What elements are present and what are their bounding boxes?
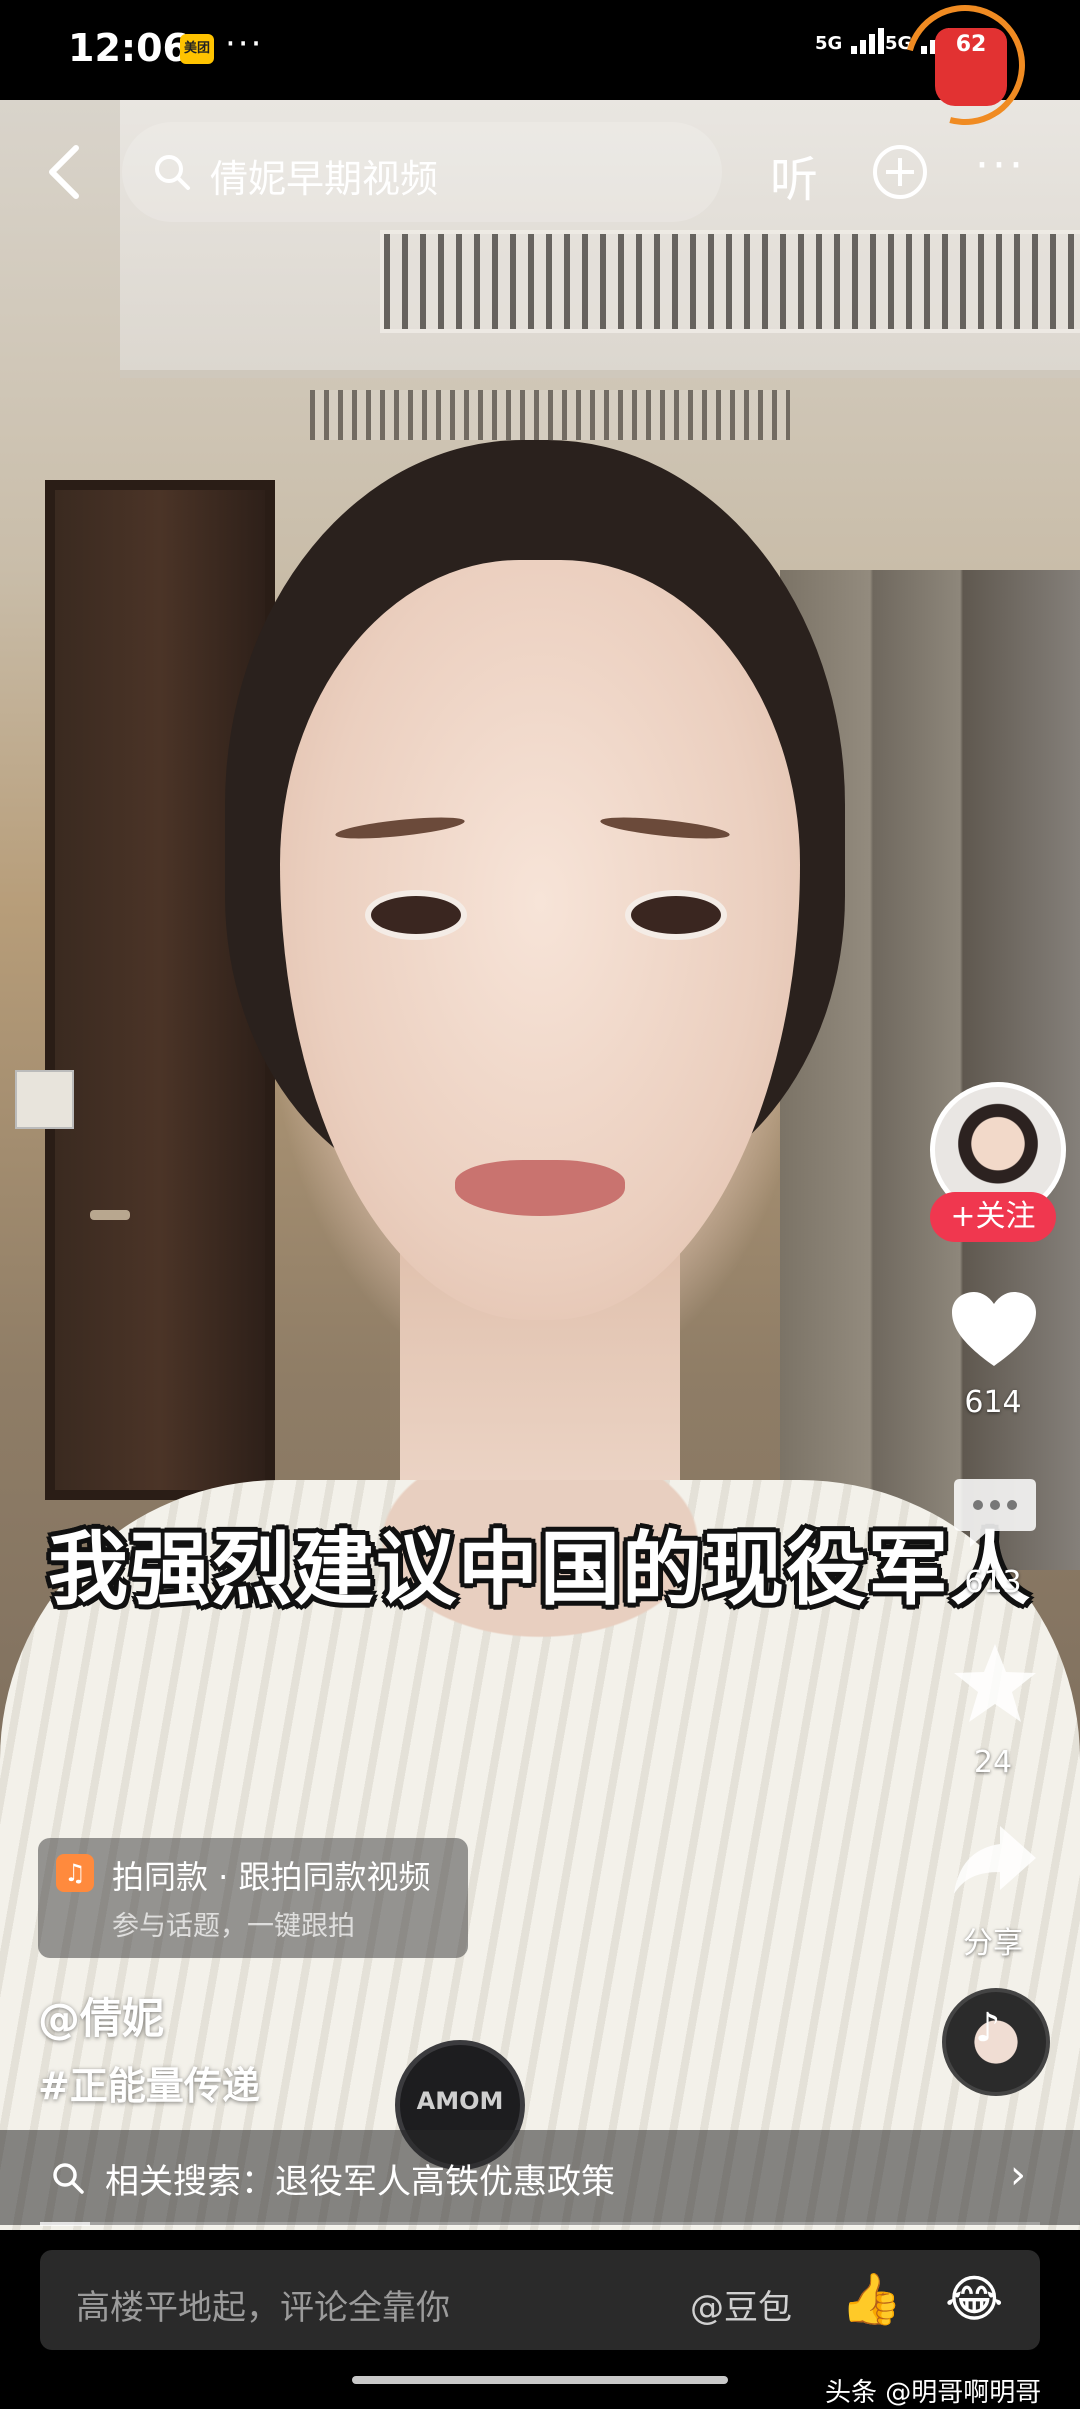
same-style-subtitle: 参与话题，一键跟拍 [112, 1911, 355, 1942]
more-options-button[interactable]: ··· [975, 140, 1026, 191]
laughing-emoji-icon[interactable]: 😂 [945, 2270, 1003, 2328]
related-search-bar[interactable]: 相关搜索：退役军人高铁优惠政策 › [0, 2130, 1080, 2225]
hashtag[interactable]: #正能量传递 [38, 2055, 260, 2110]
door-handle [90, 1210, 130, 1220]
ceiling-vent-2 [310, 390, 790, 440]
add-circle-icon[interactable] [870, 142, 930, 202]
listen-button[interactable]: 听 [770, 140, 818, 210]
related-search-text: 相关搜索：退役军人高铁优惠政策 [105, 2162, 615, 2202]
meituan-app-icon: 美团 [180, 34, 214, 64]
watermark: 头条 @明哥啊明哥 [825, 2378, 1042, 2408]
mic-label: AMOM [416, 2087, 504, 2115]
thumbs-up-icon[interactable]: 👍 [840, 2270, 902, 2329]
heart-icon[interactable] [950, 1290, 1038, 1370]
wall-switch [15, 1070, 74, 1129]
eye-right [625, 890, 727, 940]
comment-icon[interactable] [952, 1475, 1038, 1551]
comment-input[interactable]: 高楼平地起，评论全靠你 @豆包 👍 😂 [40, 2250, 1040, 2350]
home-indicator[interactable] [352, 2376, 728, 2384]
search-bar[interactable]: 倩妮早期视频 [122, 122, 722, 222]
share-label: 分享 [963, 1926, 1023, 1961]
video-progress-fill [40, 2222, 90, 2226]
mouth [455, 1160, 625, 1216]
search-icon [53, 2163, 84, 2194]
music-note-icon: ♪ [975, 2005, 1001, 2051]
favorite-count: 24 [973, 1745, 1013, 1780]
music-note-icon: ♫ [56, 1854, 94, 1892]
signal-5g-1-icon: 5G [815, 28, 887, 54]
status-bar: 12:06 美团 ··· 5G 5G 62 [0, 0, 1080, 147]
status-time: 12:06 [68, 26, 189, 70]
follow-button[interactable]: +关注 [930, 1192, 1056, 1242]
same-style-title: 拍同款 · 跟拍同款视频 [112, 1858, 431, 1896]
video-caption: 我强烈建议中国的现役军人 [48, 1523, 1032, 1616]
star-favorite-icon[interactable] [950, 1640, 1040, 1726]
like-count: 614 [964, 1385, 1022, 1420]
ceiling-vent [380, 230, 1080, 333]
comment-count: 613 [964, 1565, 1022, 1600]
search-query: 倩妮早期视频 [210, 157, 439, 201]
signal-label-1: 5G [815, 33, 843, 54]
battery-level: 62 [955, 32, 987, 57]
chevron-right-icon: › [1010, 2152, 1026, 2198]
search-icon [155, 155, 190, 190]
mention-doubao-button[interactable]: @豆包 [690, 2280, 792, 2329]
comment-placeholder: 高楼平地起，评论全靠你 [76, 2288, 450, 2328]
battery-icon: 62 [935, 28, 1007, 106]
video-progress-bar[interactable] [40, 2222, 1040, 2226]
status-more-dots: ··· [225, 24, 264, 64]
eye-left [365, 890, 467, 940]
shoot-same-style-card[interactable]: ♫ 拍同款 · 跟拍同款视频 参与话题，一键跟拍 [38, 1838, 468, 1958]
back-arrow-icon[interactable] [40, 142, 90, 202]
share-arrow-icon[interactable] [950, 1820, 1040, 1900]
author-name[interactable]: @倩妮 [38, 1985, 164, 2046]
